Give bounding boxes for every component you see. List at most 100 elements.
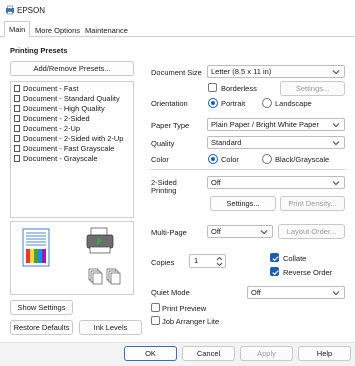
- color-radio[interactable]: [208, 154, 218, 164]
- print-preview-pane: [10, 221, 134, 295]
- preset-item[interactable]: Document - Standard Quality: [14, 94, 120, 103]
- divider: [150, 169, 346, 170]
- collate-label: Collate: [283, 254, 307, 263]
- print-density-button[interactable]: Print Density...: [280, 196, 345, 211]
- two-sided-settings-button[interactable]: Settings...: [210, 196, 276, 211]
- chevron-down-icon: [260, 230, 268, 235]
- preset-item-label: Document - Standard Quality: [23, 94, 120, 103]
- presets-list[interactable]: Document - Fast Document - Standard Qual…: [10, 81, 134, 218]
- spinner-arrows-icon[interactable]: [216, 256, 223, 267]
- landscape-radio[interactable]: [262, 98, 272, 108]
- preset-item-label: Document - Fast Grayscale: [23, 144, 115, 153]
- preset-item-label: Document - Fast: [23, 84, 79, 93]
- portrait-label: Portrait: [221, 99, 246, 108]
- black-grayscale-label: Black/Grayscale: [275, 155, 330, 164]
- preset-item[interactable]: Document - 2-Up: [14, 124, 80, 133]
- chevron-down-icon: [332, 70, 340, 75]
- document-size-label: Document Size: [151, 68, 202, 77]
- preset-item-label: Document - 2-Up: [23, 124, 81, 133]
- document-icon: [14, 135, 20, 142]
- preset-item[interactable]: Document - 2-Sided: [14, 114, 90, 123]
- collate-checkbox[interactable]: [270, 253, 279, 262]
- document-icon: [14, 105, 20, 112]
- preset-item[interactable]: Document - 2-Sided with 2-Up: [14, 134, 123, 143]
- help-button[interactable]: Help: [298, 346, 351, 361]
- multi-page-value: Off: [211, 227, 221, 236]
- document-icon: [14, 155, 20, 162]
- reverse-order-checkbox[interactable]: [270, 267, 279, 276]
- quiet-mode-value: Off: [251, 288, 261, 297]
- checkmark-icon: [272, 270, 279, 276]
- chevron-down-icon: [332, 291, 340, 296]
- copies-value: 1: [194, 256, 199, 265]
- tab-more-options[interactable]: More Options: [30, 22, 85, 37]
- epson-printer-icon: [6, 5, 14, 15]
- cancel-button[interactable]: Cancel: [182, 346, 235, 361]
- two-sided-select[interactable]: Off: [207, 176, 345, 189]
- apply-button[interactable]: Apply: [240, 346, 293, 361]
- quiet-mode-select[interactable]: Off: [247, 286, 345, 299]
- preset-item-label: Document - 2-Sided with 2-Up: [23, 134, 124, 143]
- document-size-value: Letter (8.5 x 11 in): [211, 67, 272, 76]
- preset-item-label: Document - Grayscale: [23, 154, 98, 163]
- print-preview-label: Print Preview: [162, 304, 207, 313]
- printer-icon: [86, 227, 114, 254]
- document-icon: [14, 115, 20, 122]
- document-icon: [14, 85, 20, 92]
- show-settings-button[interactable]: Show Settings: [10, 300, 73, 315]
- document-icon: [14, 145, 20, 152]
- quality-select[interactable]: Standard: [207, 136, 345, 149]
- document-size-select[interactable]: Letter (8.5 x 11 in): [207, 65, 345, 78]
- job-arranger-lite-checkbox[interactable]: [151, 316, 160, 325]
- tab-maintenance[interactable]: Maintenance: [80, 22, 133, 37]
- color-label: Color: [151, 155, 169, 164]
- chevron-down-icon: [332, 181, 340, 186]
- two-sided-label-line2: Printing: [151, 186, 177, 195]
- borderless-settings-button[interactable]: Settings...: [280, 81, 345, 96]
- chevron-down-icon: [332, 141, 340, 146]
- reverse-order-label: Reverse Order: [283, 268, 333, 277]
- job-arranger-lite-label: Job Arranger Lite: [162, 317, 220, 326]
- window-title: EPSON: [17, 6, 46, 15]
- print-preview-checkbox[interactable]: [151, 303, 160, 312]
- copies-input[interactable]: 1: [189, 254, 226, 268]
- ink-levels-button[interactable]: Ink Levels: [79, 320, 142, 335]
- paper-type-label: Paper Type: [151, 121, 190, 130]
- color-option-label: Color: [221, 155, 239, 164]
- preset-item-label: Document - 2-Sided: [23, 114, 90, 123]
- preset-item[interactable]: Document - Fast: [14, 84, 78, 93]
- preview-graphic: [22, 227, 121, 285]
- preset-item-label: Document - High Quality: [23, 104, 105, 113]
- paper-type-select[interactable]: Plain Paper / Bright White Paper: [207, 118, 345, 131]
- paper-type-value: Plain Paper / Bright White Paper: [211, 120, 319, 129]
- landscape-label: Landscape: [275, 99, 312, 108]
- page-preview-icon: [22, 228, 50, 267]
- title-bar: [0, 0, 355, 20]
- preset-item[interactable]: Document - Grayscale: [14, 154, 98, 163]
- add-remove-presets-button[interactable]: Add/Remove Presets...: [10, 61, 134, 76]
- quiet-mode-label: Quiet Mode: [151, 288, 190, 297]
- layout-order-button[interactable]: Layout Order...: [278, 224, 345, 239]
- multi-page-label: Multi-Page: [151, 228, 187, 237]
- borderless-checkbox[interactable]: [208, 83, 217, 92]
- copies-label: Copies: [151, 258, 175, 267]
- preset-item[interactable]: Document - Fast Grayscale: [14, 144, 114, 153]
- collate-copies-icon: [88, 268, 121, 285]
- restore-defaults-button[interactable]: Restore Defaults: [10, 320, 73, 335]
- chevron-down-icon: [332, 123, 340, 128]
- two-sided-value: Off: [211, 178, 221, 187]
- borderless-label: Borderless: [221, 84, 257, 93]
- portrait-radio[interactable]: [208, 98, 218, 108]
- preset-item[interactable]: Document - High Quality: [14, 104, 105, 113]
- document-icon: [14, 95, 20, 102]
- orientation-label: Orientation: [151, 99, 188, 108]
- quality-value: Standard: [211, 138, 242, 147]
- quality-label: Quality: [151, 139, 175, 148]
- checkmark-icon: [272, 256, 279, 262]
- multi-page-select[interactable]: Off: [207, 225, 273, 238]
- tab-main[interactable]: Main: [4, 21, 31, 38]
- black-grayscale-radio[interactable]: [262, 154, 272, 164]
- document-icon: [14, 125, 20, 132]
- ok-button[interactable]: OK: [124, 346, 177, 361]
- printing-presets-heading: Printing Presets: [10, 46, 68, 55]
